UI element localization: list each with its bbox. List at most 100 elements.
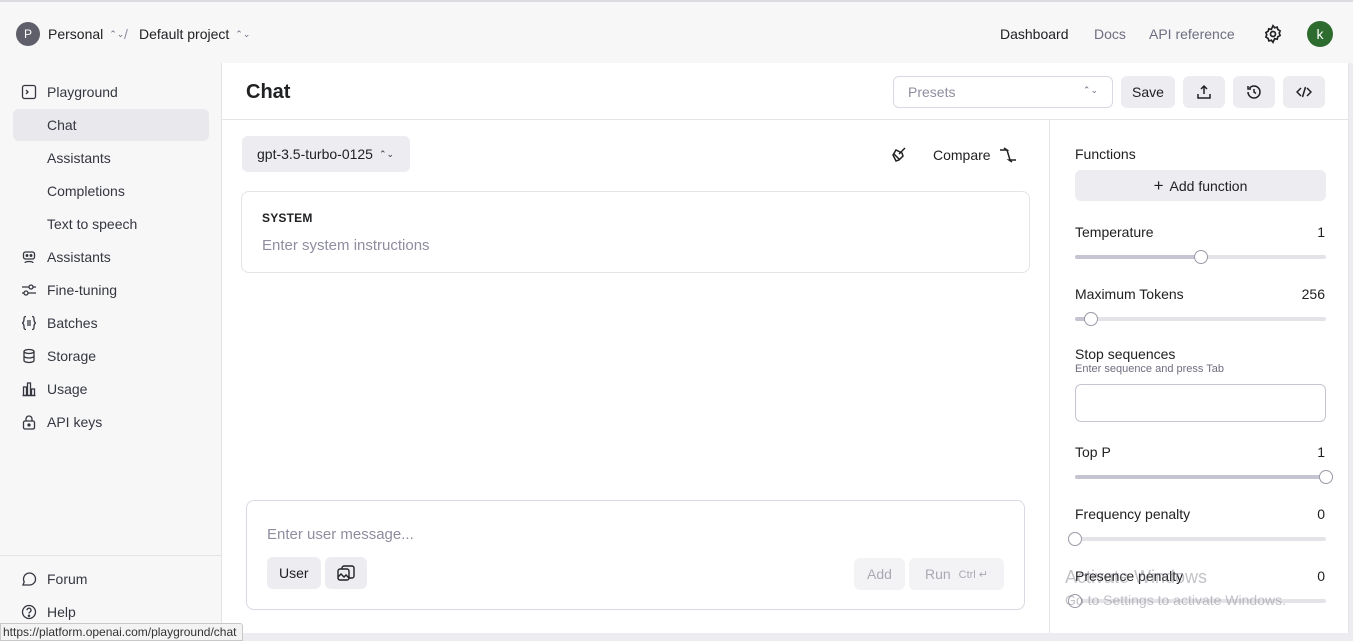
sidebar-item-playground[interactable]: Playground	[13, 76, 209, 108]
stop-sequences-input[interactable]	[1075, 384, 1326, 422]
user-message-input[interactable]: Enter user message...	[267, 526, 414, 543]
bar-chart-icon	[22, 382, 36, 397]
robot-icon	[22, 251, 36, 264]
sidebar-item-label: Batches	[47, 315, 98, 331]
chevron-updown-icon: ⌃⌄	[378, 148, 395, 159]
add-function-button[interactable]: + Add function	[1075, 170, 1326, 201]
braces-icon	[21, 315, 37, 331]
sidebar-item-label: Usage	[47, 381, 88, 397]
top-p-value[interactable]: 1	[1317, 444, 1325, 460]
plus-icon: +	[1153, 176, 1164, 195]
lock-icon	[22, 415, 36, 430]
user-avatar[interactable]: k	[1307, 21, 1333, 47]
sidebar-item-usage[interactable]: Usage	[13, 373, 209, 405]
org-name: Personal	[48, 26, 104, 42]
stop-sequences-hint: Enter sequence and press Tab	[1075, 363, 1225, 375]
top-bar: P Personal ⌃⌄ / Default project ⌃⌄ Dashb…	[0, 0, 1353, 63]
run-button[interactable]: Run Ctrl ↵	[909, 558, 1004, 590]
sidebar-item-label: Completions	[47, 183, 125, 199]
system-label: SYSTEM	[262, 211, 313, 225]
history-icon	[1247, 85, 1261, 99]
presets-select[interactable]: Presets ⌃⌄	[893, 76, 1113, 108]
run-shortcut: Ctrl ↵	[958, 568, 989, 581]
sidebar-item-label: Chat	[47, 117, 77, 133]
max-tokens-slider[interactable]	[1075, 312, 1326, 326]
sidebar-item-playground-assistants[interactable]: Assistants	[13, 142, 209, 174]
sidebar-item-chat[interactable]: Chat	[13, 109, 209, 141]
sidebar-item-completions[interactable]: Completions	[13, 175, 209, 207]
chat-area: gpt-3.5-turbo-0125 ⌃⌄ Compare SYSTEM Ent…	[222, 120, 1049, 633]
clear-broom-icon[interactable]	[890, 146, 908, 164]
images-icon	[337, 565, 355, 581]
run-label: Run	[924, 566, 951, 582]
sidebar-item-storage[interactable]: Storage	[13, 340, 209, 372]
system-instructions-box[interactable]: SYSTEM Enter system instructions	[241, 191, 1030, 273]
database-icon	[23, 348, 35, 364]
sidebar-item-batches[interactable]: Batches	[13, 307, 209, 339]
slider-thumb[interactable]	[1068, 532, 1082, 546]
top-p-label: Top P	[1075, 444, 1111, 460]
settings-panel: Functions + Add function Temperature 1 M…	[1049, 120, 1349, 633]
org-avatar[interactable]: P	[16, 22, 40, 46]
sidebar: Playground Chat Assistants Completions T…	[0, 63, 222, 633]
frequency-penalty-value[interactable]: 0	[1317, 506, 1325, 522]
chevron-updown-icon: ⌃⌄	[1082, 85, 1098, 95]
sidebar-item-label: Help	[47, 604, 76, 620]
page-title: Chat	[246, 81, 291, 103]
sidebar-item-text-to-speech[interactable]: Text to speech	[13, 208, 209, 240]
sliders-icon	[22, 284, 36, 296]
view-code-button[interactable]	[1283, 76, 1325, 108]
project-name: Default project	[139, 26, 230, 42]
sidebar-item-assistants[interactable]: Assistants	[13, 241, 209, 273]
add-function-label: Add function	[1169, 177, 1248, 194]
max-tokens-value[interactable]: 256	[1302, 286, 1325, 302]
chevron-updown-icon: ⌃⌄	[109, 28, 125, 39]
sidebar-item-label: API keys	[47, 414, 103, 430]
breadcrumb-separator: /	[124, 26, 128, 42]
slider-thumb[interactable]	[1193, 250, 1208, 264]
chevron-updown-icon: ⌃⌄	[235, 28, 251, 39]
user-message-composer: Enter user message... User Add Run Ctrl …	[246, 500, 1025, 610]
save-button[interactable]: Save	[1121, 76, 1175, 108]
temperature-slider[interactable]	[1075, 250, 1326, 264]
nav-dashboard[interactable]: Dashboard	[1000, 26, 1069, 42]
org-switcher[interactable]: Personal ⌃⌄	[48, 26, 124, 42]
help-icon	[21, 604, 37, 620]
attach-image-button[interactable]	[325, 557, 367, 589]
share-button[interactable]	[1183, 76, 1225, 108]
system-instructions-input[interactable]: Enter system instructions	[262, 237, 430, 254]
terminal-icon	[21, 84, 37, 100]
slider-thumb[interactable]	[1319, 470, 1333, 484]
frequency-penalty-slider[interactable]	[1068, 532, 1326, 546]
nav-docs[interactable]: Docs	[1094, 26, 1126, 42]
project-switcher[interactable]: Default project ⌃⌄	[139, 26, 250, 42]
sidebar-item-forum[interactable]: Forum	[13, 563, 209, 595]
temperature-label: Temperature	[1075, 224, 1154, 240]
sidebar-item-fine-tuning[interactable]: Fine-tuning	[13, 274, 209, 306]
add-message-button[interactable]: Add	[854, 558, 905, 590]
top-p-slider[interactable]	[1075, 470, 1333, 484]
temperature-value[interactable]: 1	[1317, 224, 1325, 240]
max-tokens-label: Maximum Tokens	[1075, 286, 1184, 302]
sidebar-item-label: Assistants	[47, 249, 111, 265]
role-toggle-button[interactable]: User	[267, 557, 321, 589]
presets-placeholder: Presets	[908, 84, 956, 100]
model-select[interactable]: gpt-3.5-turbo-0125 ⌃⌄	[242, 136, 411, 172]
sidebar-item-api-keys[interactable]: API keys	[13, 406, 209, 438]
sidebar-item-label: Storage	[47, 348, 97, 364]
nav-api-reference[interactable]: API reference	[1149, 26, 1235, 42]
code-icon	[1296, 86, 1312, 98]
presence-penalty-value[interactable]: 0	[1317, 568, 1325, 584]
chat-bubble-icon	[22, 572, 37, 586]
upload-icon	[1197, 84, 1211, 99]
slider-thumb[interactable]	[1083, 312, 1098, 326]
windows-activation-watermark-title: Activate Windows	[1065, 567, 1208, 587]
gear-icon[interactable]	[1263, 24, 1283, 44]
functions-label: Functions	[1075, 146, 1136, 162]
sidebar-divider	[0, 555, 222, 556]
compare-button[interactable]: Compare	[933, 147, 1017, 163]
model-name: gpt-3.5-turbo-0125	[257, 146, 373, 162]
main-header: Chat Presets ⌃⌄ Save	[222, 63, 1349, 120]
history-button[interactable]	[1233, 76, 1275, 108]
sidebar-item-label: Text to speech	[47, 216, 138, 232]
